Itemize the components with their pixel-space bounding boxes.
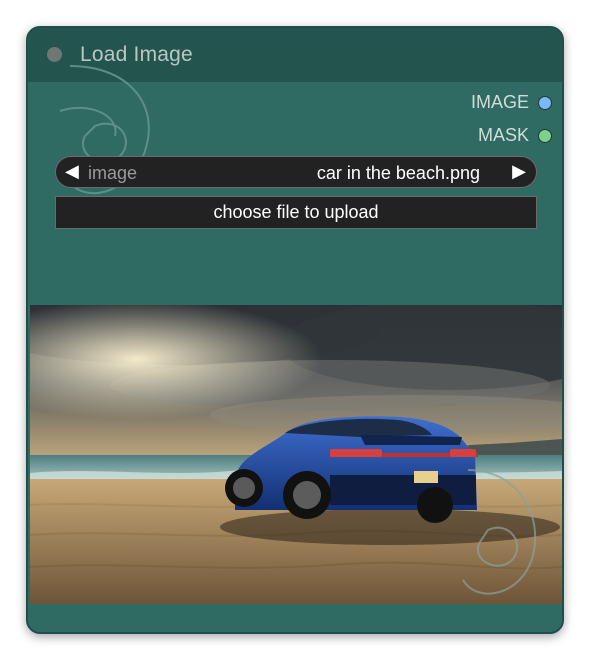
combo-prev-arrow-icon[interactable]: ◀: [65, 161, 79, 182]
node-title-bar[interactable]: Load Image: [28, 28, 562, 82]
combo-value[interactable]: car in the beach.png: [317, 163, 480, 184]
image-combo-widget[interactable]: ◀ image car in the beach.png ▶: [55, 156, 537, 188]
node-title: Load Image: [80, 43, 193, 66]
combo-label: image: [88, 163, 138, 183]
load-image-node[interactable]: Load Image IMAGE MASK ◀ image car in the…: [26, 26, 564, 634]
output-image-dot[interactable]: [538, 95, 552, 110]
collapse-dot-icon[interactable]: [47, 47, 62, 62]
output-mask-slot[interactable]: MASK: [478, 125, 552, 146]
upload-button[interactable]: choose file to upload: [55, 196, 537, 229]
image-preview: [30, 305, 562, 604]
output-image-label: IMAGE: [470, 92, 529, 112]
output-mask-label: MASK: [477, 125, 529, 145]
combo-next-arrow-icon[interactable]: ▶: [512, 161, 526, 182]
output-image-slot[interactable]: IMAGE: [471, 92, 552, 113]
output-mask-dot[interactable]: [538, 128, 552, 143]
